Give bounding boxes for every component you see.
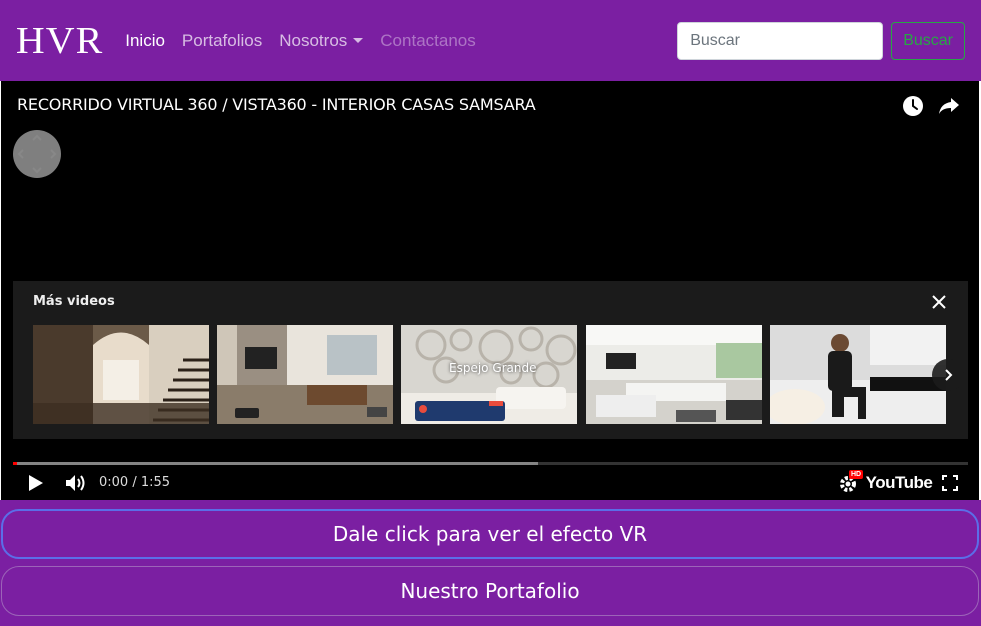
nav-links: Inicio Portafolios Nosotros Contactanos [125, 31, 493, 51]
video-title[interactable]: RECORRIDO VIRTUAL 360 / VISTA360 - INTER… [17, 95, 536, 114]
video-thumbnail[interactable] [770, 325, 946, 424]
video-thumbnail[interactable] [217, 325, 393, 424]
play-icon[interactable] [25, 470, 47, 496]
share-icon[interactable] [937, 94, 961, 118]
search-button[interactable]: Buscar [891, 21, 965, 60]
nav-link-nosotros[interactable]: Nosotros [279, 30, 364, 51]
pan-arrows-icon [17, 134, 57, 174]
close-icon[interactable] [930, 293, 948, 311]
thumbnail-caption: Espejo Grande [449, 361, 537, 375]
more-videos-title: Más videos [33, 294, 115, 309]
dropdown-caret-icon [353, 37, 364, 43]
hd-badge: HD [849, 470, 864, 479]
youtube-logo[interactable]: YouTube [866, 470, 933, 496]
more-videos-panel: Más videos Espejo Grande [13, 281, 968, 439]
video-player[interactable]: RECORRIDO VIRTUAL 360 / VISTA360 - INTER… [1, 81, 979, 500]
chevron-right-icon [945, 369, 953, 381]
next-videos-button[interactable] [932, 359, 964, 391]
video-controls: 0:00 / 1:55 HD YouTube [1, 470, 979, 496]
navbar: HVR Inicio Portafolios Nosotros Contacta… [0, 0, 981, 81]
portfolio-button[interactable]: Nuestro Portafolio [1, 566, 979, 616]
settings-icon[interactable]: HD [837, 470, 864, 496]
search-input[interactable] [677, 21, 884, 60]
video-thumbnail[interactable] [33, 325, 209, 424]
video-time: 0:00 / 1:55 [99, 475, 171, 490]
progress-played [13, 462, 17, 465]
nav-link-contactanos: Contactanos [380, 30, 476, 50]
video-thumbnail[interactable]: Espejo Grande [401, 325, 577, 424]
nav-link-nosotros-label: Nosotros [279, 30, 348, 50]
watch-later-icon[interactable] [901, 94, 925, 118]
video-thumbnail[interactable] [586, 325, 762, 424]
pan-360-control[interactable] [13, 130, 61, 178]
nav-link-portafolios[interactable]: Portafolios [182, 31, 262, 51]
volume-icon[interactable] [64, 470, 88, 496]
progress-loaded [13, 462, 539, 465]
nav-link-inicio[interactable]: Inicio [125, 31, 165, 51]
fullscreen-icon[interactable] [939, 470, 961, 496]
brand-logo[interactable]: HVR [16, 22, 103, 60]
vr-effect-button[interactable]: Dale click para ver el efecto VR [1, 509, 979, 559]
search-form: Buscar [677, 21, 965, 60]
video-progress-bar[interactable] [13, 462, 968, 465]
